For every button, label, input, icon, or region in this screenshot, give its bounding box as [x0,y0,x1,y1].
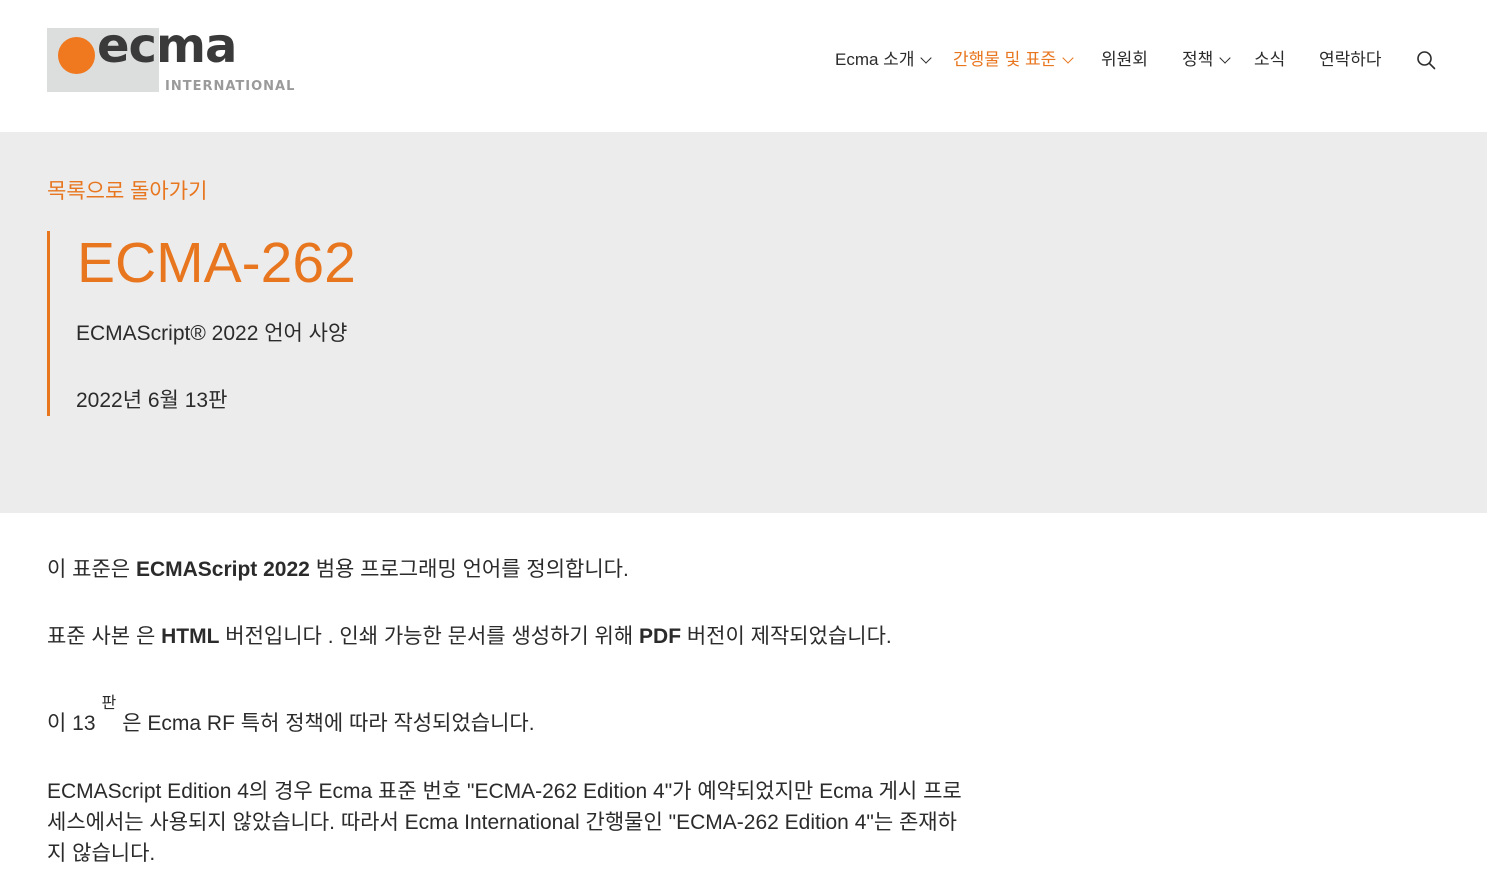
hero-section: 목록으로 돌아가기 ECMA-262 ECMAScript® 2022 언어 사… [0,132,1487,513]
back-to-list-link[interactable]: 목록으로 돌아가기 [47,175,207,205]
chevron-down-icon [920,52,933,64]
paragraph-text: 버전입니다 . 인쇄 가능한 문서를 생성하기 위해 [219,625,640,648]
nav-item-label: 정책 [1182,50,1214,69]
superscript: 판 [101,695,117,712]
edition-date: 2022년 6월 13판 [76,389,228,412]
paragraph-text: 표준 사본 은 [47,625,162,648]
paragraph-text: 이 표준은 [47,558,136,581]
chevron-down-icon [1219,52,1231,64]
site-header: ecma INTERNATIONAL Ecma 소개 간행물 및 표준 위원회 … [0,0,1487,132]
nav-item-policies[interactable]: 정책 [1182,46,1231,74]
logo-subtitle: INTERNATIONAL [165,79,296,94]
paragraph-text: 이 13 [47,712,96,735]
main-nav: Ecma 소개 간행물 및 표준 위원회 정책 소식 연락하다 [0,46,1487,74]
nav-item-publications[interactable]: 간행물 및 표준 [953,46,1074,74]
nav-item-committees[interactable]: 위원회 [1101,46,1148,74]
nav-item-label: 위원회 [1101,50,1148,69]
hero-block: ECMA-262 ECMAScript® 2022 언어 사양 2022년 6월… [47,231,647,416]
chevron-down-icon [1062,52,1074,64]
nav-item-about[interactable]: Ecma 소개 [835,46,933,74]
search-icon[interactable] [1416,50,1436,70]
paragraph-text: 범용 프로그래밍 언어를 정의합니다. [309,558,629,581]
nav-item-label: 소식 [1254,50,1286,69]
nav-item-news[interactable]: 소식 [1254,46,1285,74]
nav-item-label: 간행물 및 표준 [953,50,1057,69]
page-subtitle: ECMAScript® 2022 언어 사양 [76,322,348,345]
paragraph-bold: ECMAScript 2022 [135,558,310,581]
pdf-version-link[interactable]: PDF [639,625,681,648]
paragraph-text: 버전이 제작되었습니다. [681,625,892,648]
nav-item-label: Ecma 소개 [835,50,915,69]
paragraph-text: 은 Ecma RF 특허 정책에 따라 작성되었습니다. [122,712,535,735]
html-version-link[interactable]: HTML [161,625,219,648]
paragraph-patent-policy: 이 13 판은 Ecma RF 특허 정책에 따라 작성되었습니다. [47,695,535,741]
nav-item-label: 연락하다 [1319,50,1382,69]
paragraph-edition4: ECMAScript Edition 4의 경우 Ecma 표준 번호 "ECM… [47,780,962,865]
paragraph-formats: 표준 사본 은 HTML 버전입니다 . 인쇄 가능한 문서를 생성하기 위해 … [47,621,892,652]
paragraph-intro: 이 표준은 ECMAScript 2022 범용 프로그래밍 언어를 정의합니다… [47,554,629,585]
page-title: ECMA-262 [77,231,356,295]
nav-item-contact[interactable]: 연락하다 [1319,46,1382,74]
